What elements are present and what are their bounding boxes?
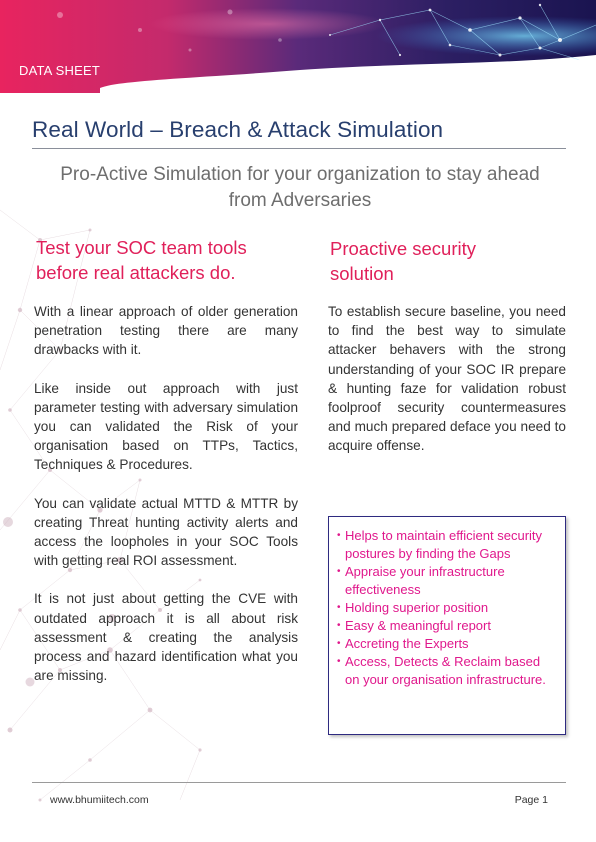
left-paragraph: It is not just about getting the CVE wit… [34,591,298,684]
left-column-body: With a linear approach of older generati… [34,302,298,704]
right-column-body: To establish secure baseline, you need t… [328,302,566,475]
left-heading-line2: before real attackers do. [36,262,236,283]
banner-background [0,0,596,110]
page-subtitle: Pro-Active Simulation for your organizat… [60,164,540,211]
benefit-item: Helps to maintain efficient security pos… [337,527,557,563]
benefit-item: Access, Detects & Reclaim based on your … [337,653,557,689]
header-banner: DATA SHEET [0,0,596,110]
benefit-item: Appraise your infrastructure effectivene… [337,563,557,599]
benefits-box: Helps to maintain efficient security pos… [328,516,566,735]
page-number: Page 1 [514,794,548,806]
document-type-label: DATA SHEET [19,63,100,78]
right-column-heading: Proactive security solution [330,236,560,286]
title-divider [32,148,566,149]
right-heading-line2: solution [330,263,394,284]
benefit-item: Holding superior position [337,599,557,617]
left-column-heading: Test your SOC team tools before real att… [36,235,296,285]
benefit-item: Easy & meaningful report [337,617,557,635]
footer-divider [32,782,566,783]
left-paragraph: You can validate actual MTTD & MTTR by c… [34,495,298,569]
benefits-list: Helps to maintain efficient security pos… [337,527,557,689]
benefit-item: Accreting the Experts [337,635,557,653]
left-paragraph: Like inside out approach with just param… [34,380,298,473]
right-paragraph: To establish secure baseline, you need t… [328,304,566,454]
left-heading-line1: Test your SOC team tools [36,237,247,258]
page-title: Real World – Breach & Attack Simulation [32,117,444,142]
right-heading-line1: Proactive security [330,238,476,259]
left-paragraph: With a linear approach of older generati… [34,304,298,358]
footer-website-link[interactable]: www.bhumiitech.com [50,794,149,806]
